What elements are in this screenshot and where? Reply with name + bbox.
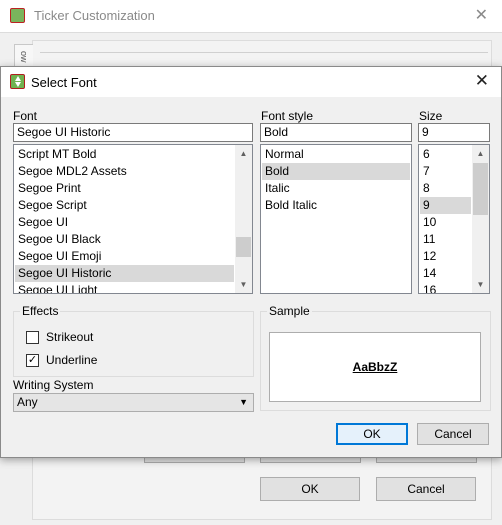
font-style-list-item[interactable]: Italic xyxy=(262,180,410,197)
size-listbox[interactable]: 6 7 8 9 10 11 12 14 16 ▲ ▼ xyxy=(418,144,490,294)
cancel-button[interactable]: Cancel xyxy=(417,423,489,445)
size-list-item[interactable]: 11 xyxy=(420,231,471,248)
size-list-items: 6 7 8 9 10 11 12 14 16 xyxy=(420,146,471,293)
font-style-list-item[interactable]: Bold Italic xyxy=(262,197,410,214)
parent-window-title: Ticker Customization xyxy=(34,8,155,23)
sample-group: Sample AaBbzZ xyxy=(260,304,491,411)
writing-system-value: Any xyxy=(17,395,38,409)
font-list-item[interactable]: Script MT Bold xyxy=(15,146,234,163)
size-list-item[interactable]: 8 xyxy=(420,180,471,197)
dialog-titlebar: Select Font ✕ xyxy=(1,67,501,97)
font-style-listbox[interactable]: Normal Bold Italic Bold Italic xyxy=(260,144,412,294)
effects-group: Effects Strikeout ✓ Underline xyxy=(13,304,254,377)
scroll-down-icon[interactable]: ▼ xyxy=(235,276,252,293)
font-list-item[interactable]: Segoe Script xyxy=(15,197,234,214)
font-style-list-item[interactable]: Bold xyxy=(262,163,410,180)
font-list-item[interactable]: Segoe UI Light xyxy=(15,282,234,293)
scroll-up-icon[interactable]: ▲ xyxy=(472,145,489,162)
size-scrollbar[interactable]: ▲ ▼ xyxy=(472,145,489,293)
font-listbox[interactable]: Script MT Bold Segoe MDL2 Assets Segoe Pri… xyxy=(13,144,253,294)
scroll-thumb[interactable] xyxy=(236,237,251,257)
parent-close-icon[interactable]: ✕ xyxy=(475,5,488,25)
size-list-item[interactable]: 9 xyxy=(420,197,471,214)
scroll-down-icon[interactable]: ▼ xyxy=(472,276,489,293)
size-input[interactable]: 9 xyxy=(418,123,490,142)
size-list-item[interactable]: 10 xyxy=(420,214,471,231)
ok-button[interactable]: OK xyxy=(336,423,408,445)
font-list-item[interactable]: Segoe UI xyxy=(15,214,234,231)
effects-title: Effects xyxy=(20,304,61,318)
font-style-label: Font style xyxy=(261,109,314,123)
size-list-item[interactable]: 12 xyxy=(420,248,471,265)
app-icon xyxy=(10,74,25,89)
font-name-input[interactable]: Segoe UI Historic xyxy=(13,123,253,142)
font-list-items: Script MT Bold Segoe MDL2 Assets Segoe Pri… xyxy=(15,146,234,293)
strikeout-checkbox[interactable] xyxy=(26,331,39,344)
size-label: Size xyxy=(419,109,443,123)
font-list-item[interactable]: Segoe MDL2 Assets xyxy=(15,163,234,180)
font-style-input[interactable]: Bold xyxy=(260,123,412,142)
sample-text: AaBbzZ xyxy=(352,360,398,374)
app-icon xyxy=(10,8,25,23)
font-style-list-items: Normal Bold Italic Bold Italic xyxy=(262,146,410,214)
font-style-list-item[interactable]: Normal xyxy=(262,146,410,163)
underline-label: Underline xyxy=(46,353,98,367)
font-list-item[interactable]: Segoe Print xyxy=(15,180,234,197)
close-icon[interactable]: ✕ xyxy=(475,71,489,91)
scroll-thumb[interactable] xyxy=(473,163,488,215)
size-list-item[interactable]: 6 xyxy=(420,146,471,163)
underline-checkbox[interactable]: ✓ xyxy=(26,354,39,367)
size-list-item[interactable]: 7 xyxy=(420,163,471,180)
select-font-dialog: Select Font ✕ Font Segoe UI Historic Scr… xyxy=(0,66,502,458)
parent-titlebar: Ticker Customization ✕ xyxy=(0,0,502,33)
font-list-item[interactable]: Segoe UI Historic xyxy=(15,265,234,282)
font-list-item[interactable]: Segoe UI Emoji xyxy=(15,248,234,265)
parent-ok-button[interactable]: OK xyxy=(260,477,360,501)
writing-system-label: Writing System xyxy=(13,378,94,392)
parent-inner-divider xyxy=(40,52,488,65)
size-list-item[interactable]: 14 xyxy=(420,265,471,282)
sample-title: Sample xyxy=(267,304,312,318)
font-label: Font xyxy=(13,109,38,123)
font-list-item[interactable]: Segoe UI Black xyxy=(15,231,234,248)
dialog-title: Select Font xyxy=(31,75,97,90)
size-list-item[interactable]: 16 xyxy=(420,282,471,293)
strikeout-label: Strikeout xyxy=(46,330,94,344)
scroll-up-icon[interactable]: ▲ xyxy=(235,145,252,162)
sample-preview: AaBbzZ xyxy=(269,332,481,402)
parent-cancel-button[interactable]: Cancel xyxy=(376,477,476,501)
chevron-down-icon: ▼ xyxy=(239,397,248,407)
font-scrollbar[interactable]: ▲ ▼ xyxy=(235,145,252,293)
writing-system-dropdown[interactable]: Any ▼ xyxy=(13,393,254,412)
